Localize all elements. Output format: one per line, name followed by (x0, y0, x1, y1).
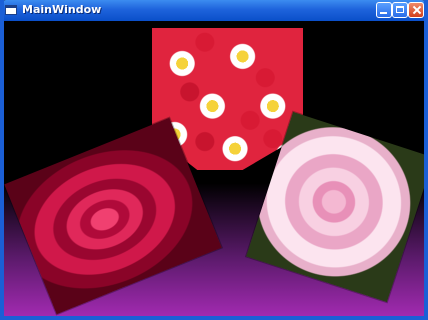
close-button[interactable] (408, 2, 424, 18)
window-icon (5, 5, 17, 15)
window-title: MainWindow (22, 3, 102, 16)
maximize-button[interactable] (392, 2, 408, 18)
minimize-button[interactable] (376, 2, 392, 18)
main-window: MainWindow (0, 0, 428, 320)
title-bar[interactable]: MainWindow (4, 0, 424, 21)
canvas-area (4, 21, 424, 316)
